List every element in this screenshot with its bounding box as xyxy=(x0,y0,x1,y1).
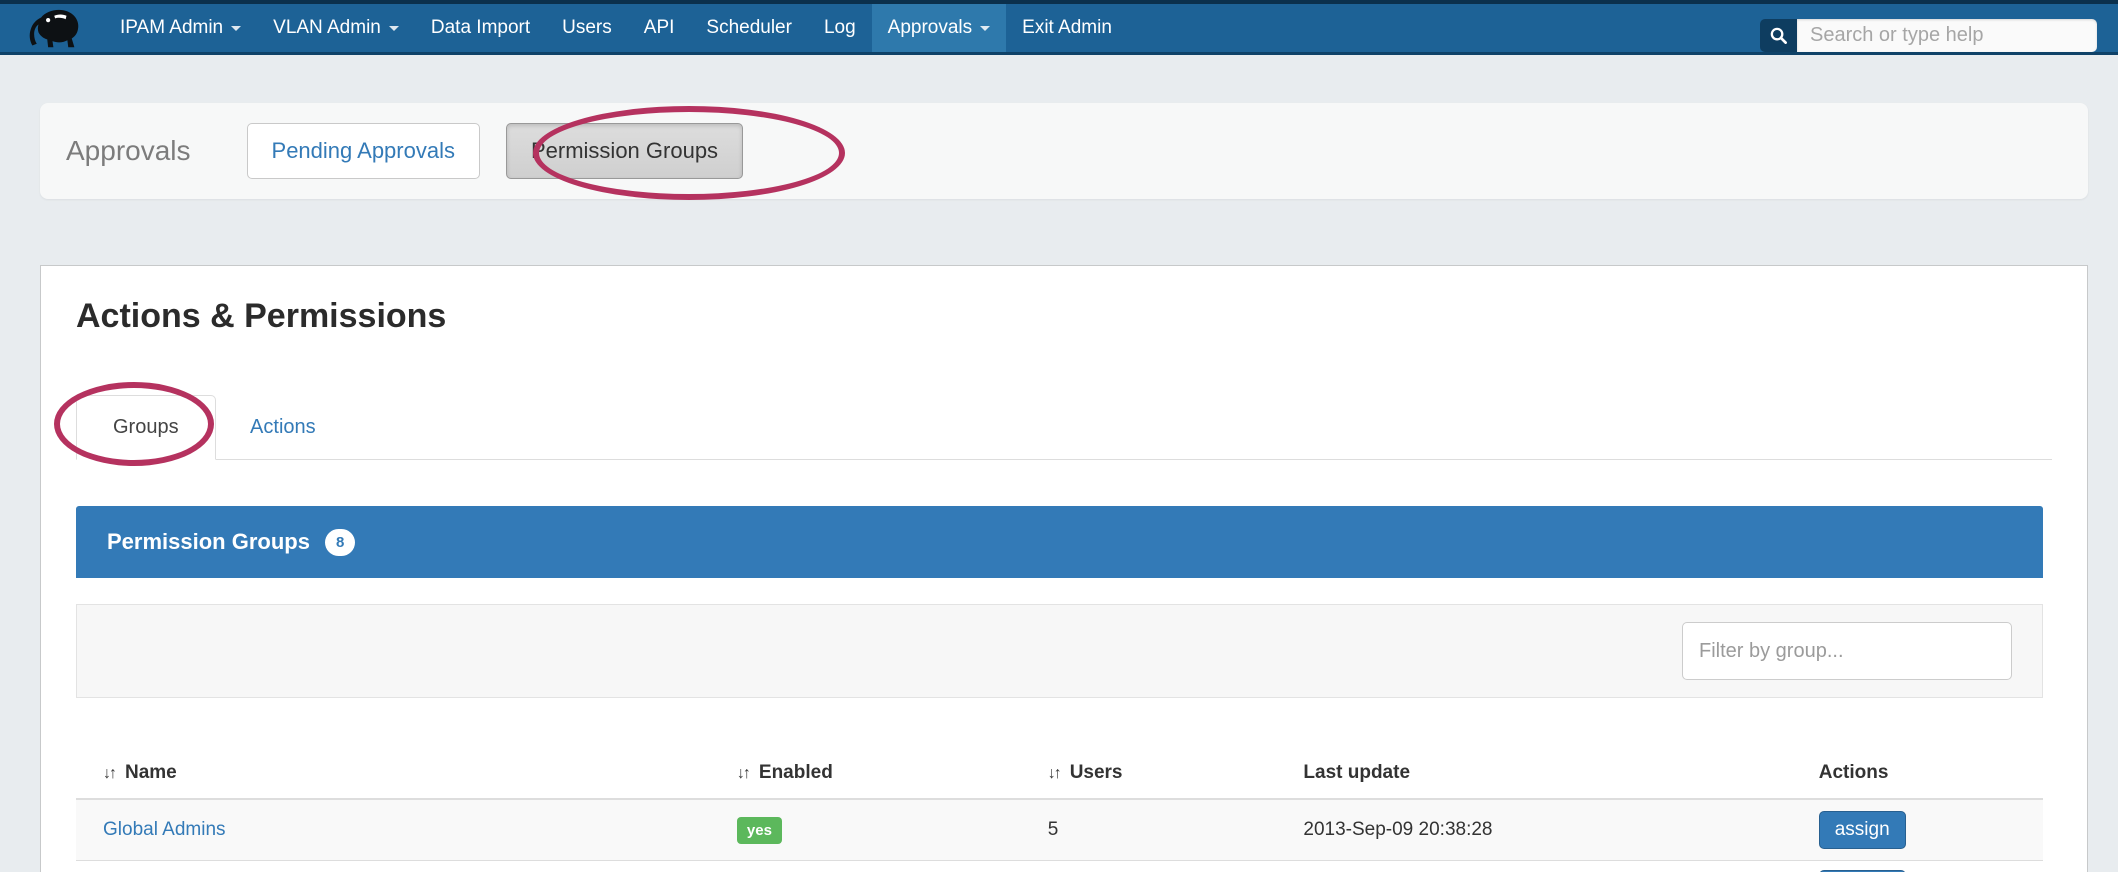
column-header-last-update: Last update xyxy=(1303,728,1818,799)
nav-item-label: Data Import xyxy=(431,17,530,39)
last-update-timestamp: 2013-Sep-09 20:38:28 xyxy=(1303,819,1492,840)
nav-item-label: VLAN Admin xyxy=(273,17,381,39)
nav-item-label: Exit Admin xyxy=(1022,17,1112,39)
approvals-header-panel: Approvals Pending Approvals Permission G… xyxy=(40,103,2088,199)
enabled-badge: yes xyxy=(737,817,782,844)
nav-item-label: Scheduler xyxy=(706,17,792,39)
column-header-actions: Actions xyxy=(1819,728,2043,799)
nav-item-label: Log xyxy=(824,17,856,39)
tab-bar: Groups Actions xyxy=(76,394,2052,460)
phpipam-mammoth-logo-icon[interactable] xyxy=(28,5,84,51)
group-count-badge: 8 xyxy=(325,529,355,556)
assign-button[interactable]: assign xyxy=(1819,811,1906,849)
filter-by-group-input[interactable] xyxy=(1682,622,2012,680)
search-icon[interactable] xyxy=(1760,19,1797,52)
nav-item-vlan-admin[interactable]: VLAN Admin xyxy=(257,4,415,52)
group-name-link[interactable]: Global Admins xyxy=(103,819,226,840)
sort-icon[interactable]: ↓↑ xyxy=(1048,765,1060,782)
panel-title: Permission Groups xyxy=(107,529,310,555)
tab-actions[interactable]: Actions xyxy=(220,396,346,459)
sort-icon[interactable]: ↓↑ xyxy=(103,765,115,782)
column-header-users[interactable]: ↓↑Users xyxy=(1048,728,1304,799)
users-count: 5 xyxy=(1048,819,1059,840)
nav-item-ipam-admin[interactable]: IPAM Admin xyxy=(104,4,257,52)
nav-item-label: IPAM Admin xyxy=(120,17,223,39)
table-toolbar xyxy=(76,604,2043,698)
nav-item-exit-admin[interactable]: Exit Admin xyxy=(1006,4,1128,52)
chevron-down-icon xyxy=(980,26,990,31)
nav-item-approvals[interactable]: Approvals xyxy=(872,4,1007,52)
column-header-name[interactable]: ↓↑Name xyxy=(76,728,737,799)
panel-heading: Permission Groups 8 xyxy=(76,506,2043,578)
search-input[interactable] xyxy=(1797,19,2097,52)
permission-groups-table: ↓↑Name ↓↑Enabled ↓↑Users Last update Act… xyxy=(76,728,2043,872)
pending-approvals-button[interactable]: Pending Approvals xyxy=(247,123,480,179)
nav-item-scheduler[interactable]: Scheduler xyxy=(690,4,808,52)
content-card: Actions & Permissions Groups Actions Per… xyxy=(40,265,2088,872)
column-header-enabled[interactable]: ↓↑Enabled xyxy=(737,728,1048,799)
page-title: Actions & Permissions xyxy=(76,296,2087,336)
sort-icon[interactable]: ↓↑ xyxy=(737,765,749,782)
chevron-down-icon xyxy=(231,26,241,31)
top-navbar: IPAM Admin VLAN Admin Data Import Users … xyxy=(0,0,2118,55)
chevron-down-icon xyxy=(389,26,399,31)
nav-item-data-import[interactable]: Data Import xyxy=(415,4,546,52)
nav-item-api[interactable]: API xyxy=(628,4,691,52)
table-header-row: ↓↑Name ↓↑Enabled ↓↑Users Last update Act… xyxy=(76,728,2043,799)
nav-menu: IPAM Admin VLAN Admin Data Import Users … xyxy=(104,4,1128,52)
nav-item-log[interactable]: Log xyxy=(808,4,872,52)
table-row: Global Admins yes 5 2013-Sep-09 20:38:28… xyxy=(76,799,2043,861)
nav-item-label: Approvals xyxy=(888,17,973,39)
permission-groups-button[interactable]: Permission Groups xyxy=(506,123,743,179)
nav-item-users[interactable]: Users xyxy=(546,4,628,52)
section-title: Approvals xyxy=(66,135,191,167)
navbar-search xyxy=(1760,19,2097,52)
nav-item-label: Users xyxy=(562,17,612,39)
table-row-partial: assign xyxy=(76,861,2043,872)
tab-groups[interactable]: Groups xyxy=(76,395,216,460)
nav-item-label: API xyxy=(644,17,675,39)
permission-groups-panel: Permission Groups 8 ↓↑Name ↓↑Enabled ↓↑U… xyxy=(76,506,2043,872)
